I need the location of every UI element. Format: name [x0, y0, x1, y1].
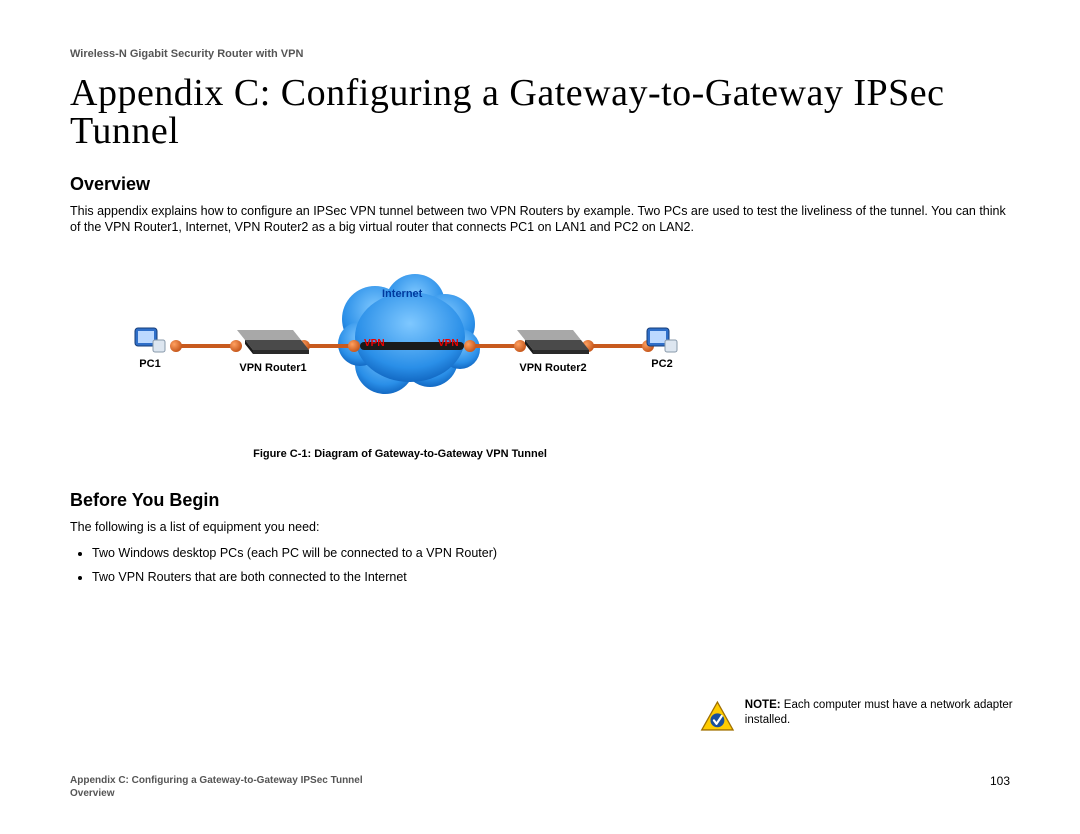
product-header: Wireless-N Gigabit Security Router with … [70, 48, 1010, 60]
connector-line [174, 344, 234, 348]
footer-breadcrumb: Appendix C: Configuring a Gateway-to-Gat… [70, 774, 363, 800]
note-text: Each computer must have a network adapte… [745, 699, 1013, 726]
router-icon [237, 330, 309, 360]
connector-dot [464, 340, 476, 352]
vpn-label-left: VPN [364, 338, 385, 349]
connector-dot [170, 340, 182, 352]
pc-icon [645, 326, 679, 356]
router1-label: VPN Router1 [234, 362, 312, 374]
figure-c1: Internet VPN VPN [100, 254, 700, 460]
internet-cloud-icon [330, 264, 490, 404]
note-label: NOTE: [745, 699, 781, 711]
router2-label: VPN Router2 [514, 362, 592, 374]
list-item: Two Windows desktop PCs (each PC will be… [92, 545, 1010, 561]
overview-text: This appendix explains how to configure … [70, 203, 1010, 236]
before-intro: The following is a list of equipment you… [70, 519, 1010, 535]
figure-caption: Figure C-1: Diagram of Gateway-to-Gatewa… [100, 448, 700, 460]
list-item: Two VPN Routers that are both connected … [92, 569, 1010, 585]
pc2-label: PC2 [642, 358, 682, 370]
alert-triangle-icon [700, 698, 735, 734]
equipment-list: Two Windows desktop PCs (each PC will be… [70, 545, 1010, 586]
router-icon [517, 330, 589, 360]
connector-line [586, 344, 646, 348]
vpn-label-right: VPN [438, 338, 459, 349]
page-number: 103 [990, 774, 1010, 800]
pc-icon [133, 326, 167, 356]
pc1-label: PC1 [130, 358, 170, 370]
note-callout: NOTE: Each computer must have a network … [700, 698, 1020, 734]
connector-dot [348, 340, 360, 352]
page-title: Appendix C: Configuring a Gateway-to-Gat… [70, 74, 1010, 150]
internet-label: Internet [382, 288, 422, 300]
overview-heading: Overview [70, 174, 1010, 195]
before-heading: Before You Begin [70, 490, 1010, 511]
